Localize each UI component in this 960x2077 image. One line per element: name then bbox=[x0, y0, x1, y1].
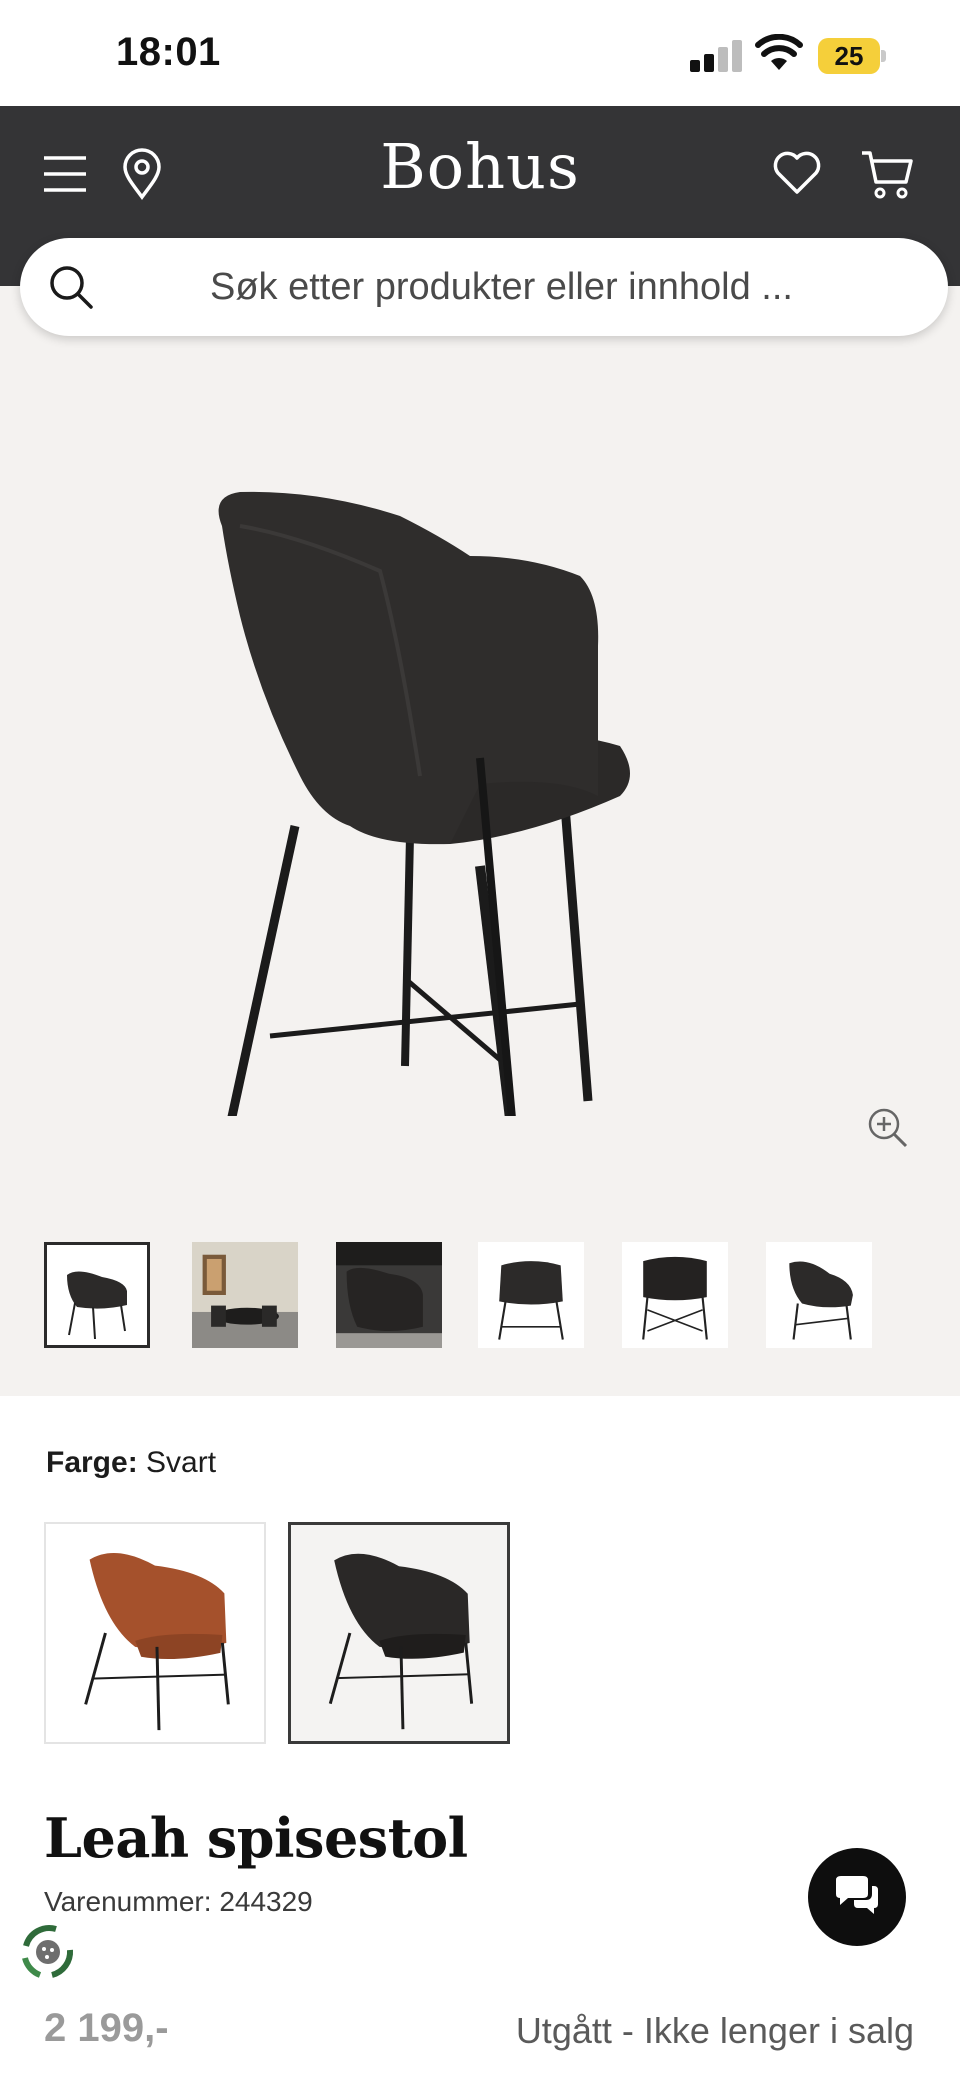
product-main-image[interactable] bbox=[200, 396, 760, 1116]
search-icon bbox=[50, 266, 93, 309]
color-label-title: Farge: bbox=[46, 1446, 138, 1479]
chat-button[interactable] bbox=[808, 1848, 906, 1946]
color-swatch-black[interactable] bbox=[288, 1522, 510, 1744]
product-gallery bbox=[0, 286, 960, 1396]
status-bar: 18:01 25 bbox=[0, 0, 960, 106]
thumbnail-6[interactable] bbox=[766, 1242, 872, 1348]
product-title: Leah spisestol bbox=[44, 1806, 468, 1870]
thumbnail-3[interactable] bbox=[336, 1242, 442, 1348]
eco-badge-icon[interactable] bbox=[16, 1920, 80, 1984]
product-price: 2 199,- bbox=[44, 2006, 169, 2050]
thumbnail-2[interactable] bbox=[192, 1242, 298, 1348]
product-sku: Varenummer: 244329 bbox=[44, 1886, 313, 1917]
wifi-icon bbox=[755, 34, 803, 70]
thumbnail-1[interactable] bbox=[44, 1242, 150, 1348]
thumbnail-strip bbox=[44, 1242, 924, 1352]
color-swatch-rust[interactable] bbox=[44, 1522, 266, 1744]
color-value: Svart bbox=[146, 1446, 217, 1479]
color-label: Farge: Svart bbox=[46, 1446, 216, 1480]
heart-icon[interactable] bbox=[772, 150, 822, 196]
signal-icon bbox=[690, 40, 742, 72]
status-time: 18:01 bbox=[116, 30, 221, 74]
battery-icon: 25 bbox=[818, 38, 886, 74]
cart-icon[interactable] bbox=[860, 148, 914, 200]
search-bar[interactable]: Søk etter produkter eller innhold ... bbox=[20, 238, 948, 336]
zoom-in-icon[interactable] bbox=[866, 1106, 910, 1150]
battery-level: 25 bbox=[834, 41, 864, 71]
availability-status: Utgått - Ikke lenger i salg bbox=[515, 2010, 914, 2051]
search-input[interactable]: Søk etter produkter eller innhold ... bbox=[210, 238, 793, 336]
chat-icon bbox=[836, 1876, 878, 1914]
thumbnail-5[interactable] bbox=[622, 1242, 728, 1348]
thumbnail-4[interactable] bbox=[478, 1242, 584, 1348]
